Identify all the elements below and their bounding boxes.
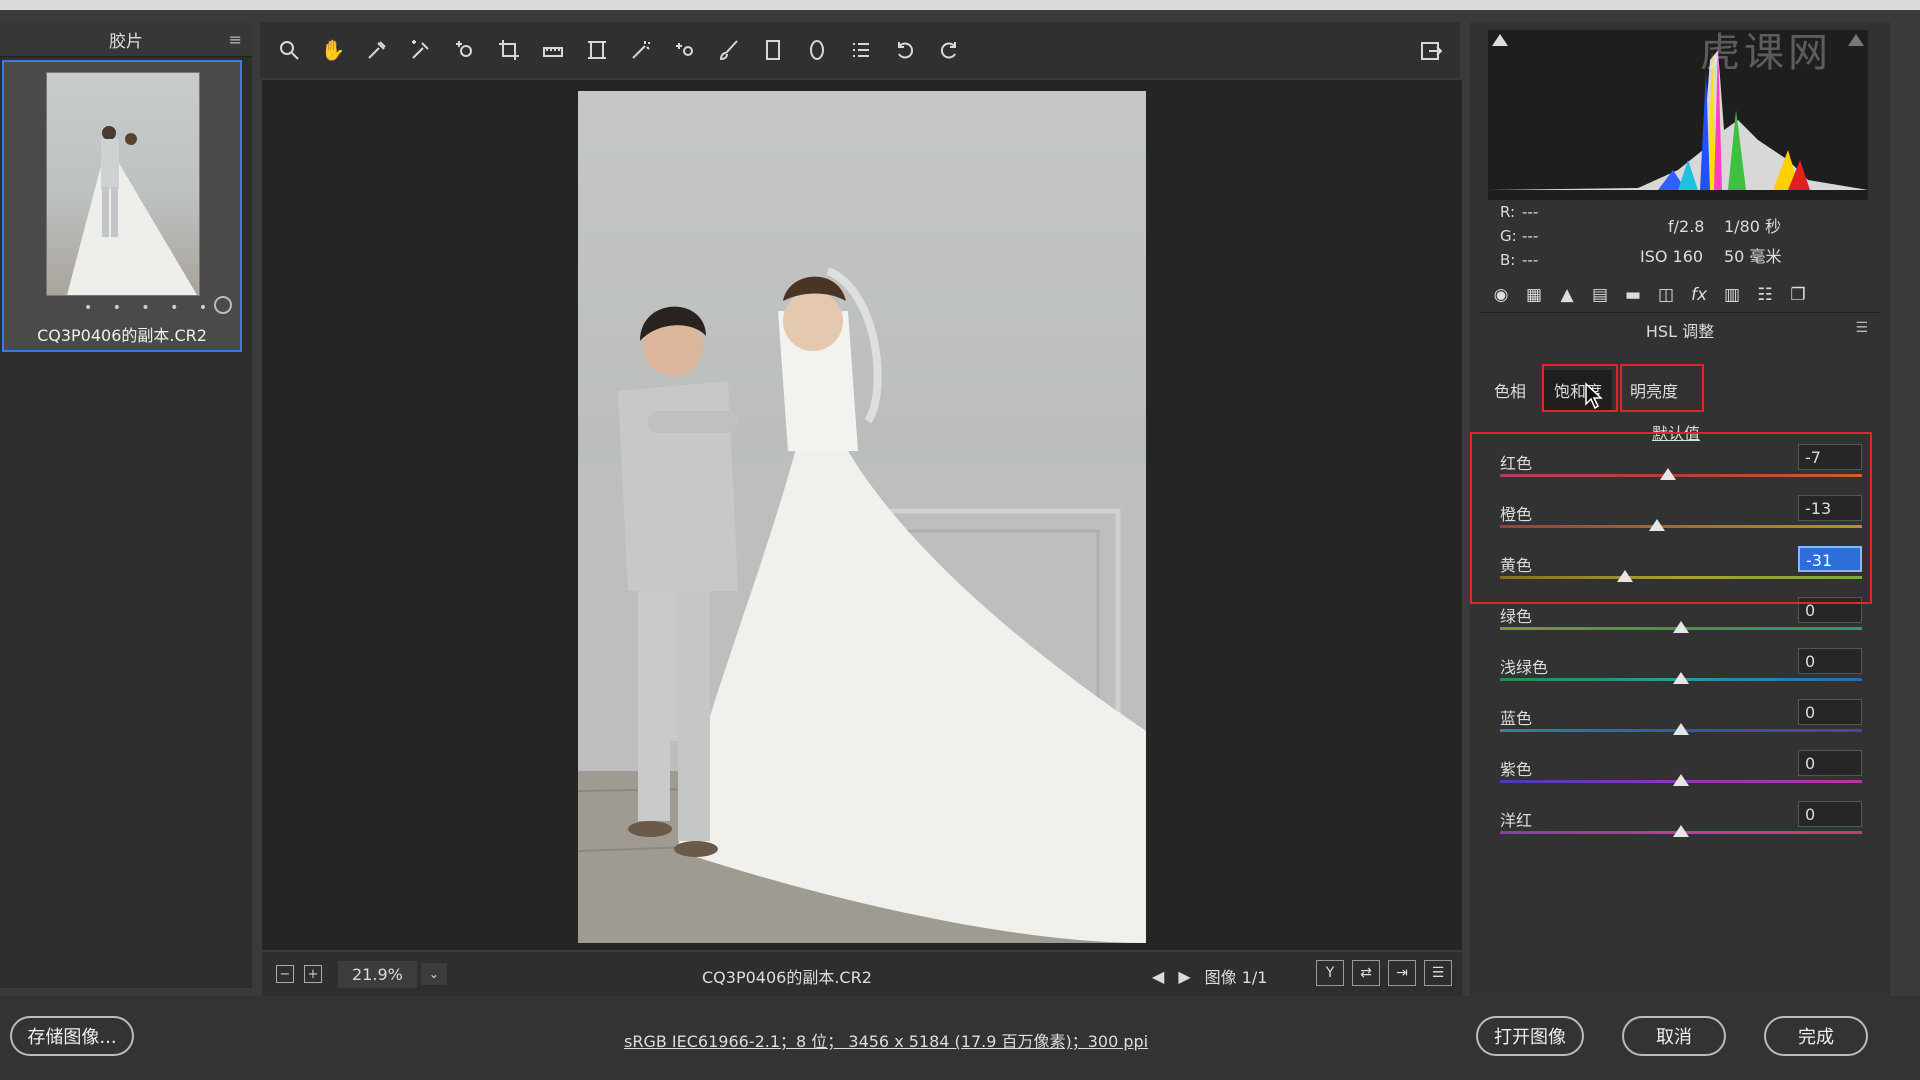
status-bar: − + 21.9% ⌄ CQ3P0406的副本.CR2 ◀ ▶ 图像 1/1 Y… — [262, 952, 1462, 996]
filmstrip-menu-icon[interactable]: ≡ — [229, 30, 242, 49]
exif-info: f/2.8 1/80 秒 ISO 160 50 毫米 — [1640, 212, 1792, 272]
hsl-slider-row: 洋红 0 — [1500, 801, 1870, 857]
rating-dots[interactable]: • • • • • — [84, 300, 215, 316]
rotate-right-icon[interactable] — [934, 35, 964, 65]
lens-corrections-tab-icon[interactable]: ◫ — [1654, 283, 1678, 307]
basic-tab-icon[interactable]: ◉ — [1489, 283, 1513, 307]
tab-hue[interactable]: 色相 — [1484, 370, 1536, 410]
white-balance-tool-icon[interactable] — [362, 35, 392, 65]
slider-thumb[interactable] — [1673, 825, 1689, 837]
view-settings-icon[interactable]: ☰ — [1424, 960, 1452, 986]
slider-value-input[interactable]: 0 — [1798, 648, 1862, 674]
slider-thumb[interactable] — [1673, 774, 1689, 786]
edited-badge-icon — [214, 296, 232, 314]
graduated-filter-tool-icon[interactable] — [758, 35, 788, 65]
panel-menu-icon[interactable]: ☰ — [1855, 320, 1868, 336]
spot-removal-tool-icon[interactable] — [626, 35, 656, 65]
aperture: f/2.8 — [1668, 217, 1705, 236]
image-index: 图像 1/1 — [1204, 968, 1268, 987]
hsl-slider-row: 紫色 0 — [1500, 750, 1870, 806]
filmstrip-item[interactable]: • • • • • CQ3P0406的副本.CR2 — [2, 60, 242, 352]
g-value: --- — [1522, 227, 1539, 245]
split-toning-tab-icon[interactable]: ▬ — [1621, 283, 1645, 307]
mouse-cursor-icon — [1585, 382, 1603, 410]
window-title-bar — [0, 0, 1920, 10]
zoom-controls: − + 21.9% ⌄ — [276, 960, 447, 988]
detail-tab-icon[interactable]: ▲ — [1555, 283, 1579, 307]
slider-label: 绿色 — [1500, 607, 1533, 626]
previous-image-icon[interactable]: ◀ — [1152, 967, 1164, 986]
workflow-options-link[interactable]: sRGB IEC61966-2.1；8 位； 3456 x 5184 (17.9… — [624, 1028, 1148, 1052]
r-value: --- — [1522, 203, 1539, 221]
slider-label: 浅绿色 — [1500, 658, 1549, 677]
zoom-dropdown-chevron-icon[interactable]: ⌄ — [420, 963, 447, 985]
saturation-highlight-box — [1542, 364, 1618, 412]
zoom-level[interactable]: 21.9% — [338, 960, 417, 988]
slider-value-input[interactable]: 0 — [1798, 750, 1862, 776]
filmstrip-filename: CQ3P0406的副本.CR2 — [37, 326, 207, 345]
cancel-button[interactable]: 取消 — [1622, 1016, 1726, 1056]
iso: ISO 160 — [1640, 247, 1704, 266]
presets-list-tool-icon[interactable] — [846, 35, 876, 65]
before-after-view-icon[interactable]: Y — [1316, 960, 1344, 986]
zoom-out-button[interactable]: − — [276, 965, 294, 983]
rgb-readout: R: --- G: --- B: --- — [1500, 200, 1544, 272]
slider-thumb[interactable] — [1673, 621, 1689, 633]
shutter-speed: 1/80 秒 — [1724, 217, 1782, 236]
slider-thumb[interactable] — [1673, 723, 1689, 735]
zoom-tool-icon[interactable] — [274, 35, 304, 65]
export-icon[interactable] — [1416, 36, 1446, 66]
slider-label: 紫色 — [1500, 760, 1533, 779]
color-sampler-tool-icon[interactable] — [406, 35, 436, 65]
panel-tabs: ◉ ▦ ▲ ▤ ▬ ◫ fx ▥ ☷ ❐ — [1480, 278, 1880, 313]
filmstrip-panel: 胶片 ≡ • • • • • CQ3P0406的副本.CR2 — [0, 22, 252, 988]
camera-calibration-tab-icon[interactable]: ▥ — [1720, 283, 1744, 307]
transform-tool-icon[interactable] — [582, 35, 612, 65]
effects-tab-icon[interactable]: fx — [1687, 283, 1711, 307]
copy-settings-icon[interactable]: ⇥ — [1388, 960, 1416, 986]
red-eye-tool-icon[interactable] — [670, 35, 700, 65]
view-buttons: Y ⇄ ⇥ ☰ — [1308, 960, 1452, 986]
targeted-adjustment-tool-icon[interactable] — [450, 35, 480, 65]
hsl-slider-row: 绿色 0 — [1500, 597, 1870, 653]
image-navigation: ◀ ▶ 图像 1/1 — [1152, 964, 1281, 988]
straighten-tool-icon[interactable] — [538, 35, 568, 65]
zoom-in-button[interactable]: + — [304, 965, 322, 983]
hsl-slider-row: 蓝色 0 — [1500, 699, 1870, 755]
b-value: --- — [1522, 251, 1539, 269]
radial-filter-tool-icon[interactable] — [802, 35, 832, 65]
filmstrip-header: 胶片 ≡ — [0, 22, 252, 57]
watermark-logo: 虎课网 — [1700, 30, 1832, 76]
tone-curve-tab-icon[interactable]: ▦ — [1522, 283, 1546, 307]
rotate-left-icon[interactable] — [890, 35, 920, 65]
bottom-bar: 存储图像... sRGB IEC61966-2.1；8 位； 3456 x 51… — [0, 996, 1920, 1080]
snapshots-tab-icon[interactable]: ❐ — [1786, 283, 1810, 307]
save-image-button[interactable]: 存储图像... — [10, 1016, 134, 1056]
crop-tool-icon[interactable] — [494, 35, 524, 65]
hsl-slider-row: 浅绿色 0 — [1500, 648, 1870, 704]
swap-settings-icon[interactable]: ⇄ — [1352, 960, 1380, 986]
sliders-highlight-box — [1470, 432, 1872, 604]
status-filename: CQ3P0406的副本.CR2 — [702, 968, 872, 987]
slider-thumb[interactable] — [1673, 672, 1689, 684]
hand-tool-icon[interactable]: ✋ — [318, 35, 348, 65]
slider-value-input[interactable]: 0 — [1798, 801, 1862, 827]
filmstrip-title: 胶片 — [109, 31, 143, 52]
slider-label: 洋红 — [1500, 811, 1533, 830]
focal-length: 50 毫米 — [1724, 247, 1782, 266]
adjustment-brush-tool-icon[interactable] — [714, 35, 744, 65]
wedding-photo[interactable] — [578, 91, 1146, 943]
done-button[interactable]: 完成 — [1764, 1016, 1868, 1056]
filmstrip-thumbnail[interactable] — [46, 72, 200, 296]
panel-title: HSL 调整 — [1645, 322, 1715, 341]
tool-bar: ✋ — [260, 22, 1460, 78]
luminance-highlight-box — [1620, 364, 1704, 412]
hsl-tab-icon[interactable]: ▤ — [1588, 283, 1612, 307]
slider-value-input[interactable]: 0 — [1798, 699, 1862, 725]
open-image-button[interactable]: 打开图像 — [1476, 1016, 1584, 1056]
adjustments-panel: R: --- G: --- B: --- f/2.8 1/80 秒 ISO 160 50 … — [1470, 22, 1890, 996]
presets-tab-icon[interactable]: ☷ — [1753, 283, 1777, 307]
slider-label: 蓝色 — [1500, 709, 1533, 728]
next-image-icon[interactable]: ▶ — [1178, 967, 1190, 986]
